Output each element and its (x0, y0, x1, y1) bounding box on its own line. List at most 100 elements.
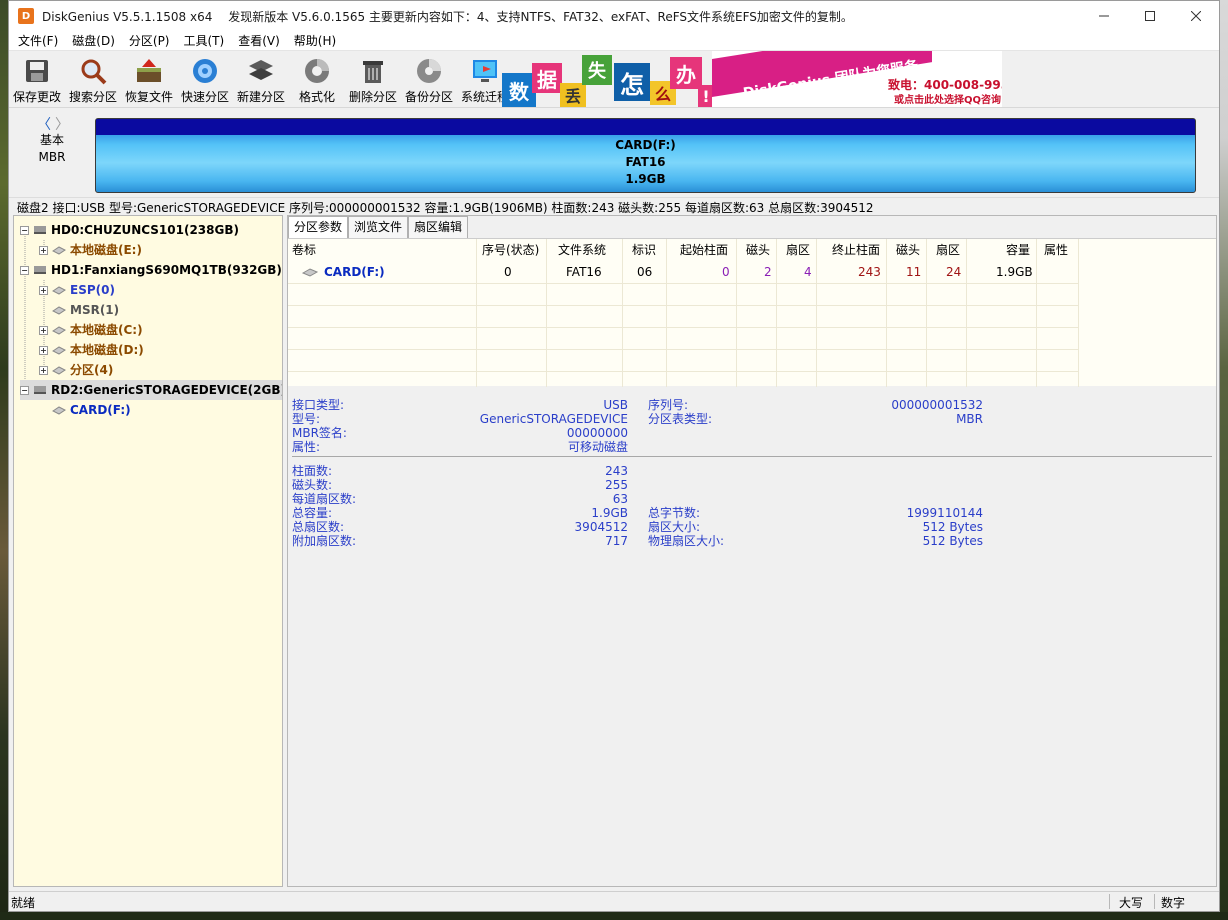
tree-partition-d-label: 本地磁盘(D:) (70, 343, 144, 357)
toolbar: 保存更改 搜索分区 恢复文件 快速分区 新建分区 格式化 删除分区 备份分区 系… (9, 51, 1219, 108)
col-start-sector[interactable]: 扇区 (786, 239, 810, 261)
detail-spt-label: 每道扇区数: (292, 492, 357, 506)
expand-icon[interactable]: + (39, 325, 48, 335)
col-end-head[interactable]: 磁头 (896, 239, 920, 261)
menu-tools[interactable]: 工具(T) (177, 32, 232, 49)
recover-files-button[interactable]: 恢复文件 (121, 51, 177, 108)
menu-partition[interactable]: 分区(P) (122, 32, 177, 49)
desktop-background-right (1220, 0, 1228, 920)
promo-banner[interactable]: 数 据 丢 失 怎 么 办 ! DiskGenius 团队为您服务 致电：400… (502, 51, 1002, 107)
grid-line (736, 239, 737, 387)
tree-partition-card[interactable]: CARD(F:) (52, 400, 131, 420)
tab-browse-files[interactable]: 浏览文件 (348, 216, 409, 238)
collapse-icon[interactable]: − (20, 265, 29, 275)
format-icon (301, 55, 333, 87)
minimize-button[interactable] (1081, 1, 1127, 31)
tree-partition-msr[interactable]: MSR(1) (52, 300, 119, 320)
col-id[interactable]: 标识 (632, 239, 656, 261)
collapse-icon[interactable]: − (20, 385, 29, 395)
next-disk-icon[interactable]: 〉 (55, 114, 69, 134)
tree-partition-e[interactable]: + 本地磁盘(E:) (39, 240, 142, 260)
detail-total-sectors-label: 总扇区数: (292, 520, 345, 534)
grid-line (288, 327, 1078, 328)
disk-details: 接口类型: USB 序列号: 000000001532 型号: GenericS… (288, 390, 1216, 884)
col-capacity[interactable]: 容量 (1006, 239, 1030, 261)
detail-physical-sector-size-label: 物理扇区大小: (648, 534, 725, 548)
banner-qq-link[interactable]: 或点击此处选择QQ咨询 (894, 91, 1001, 106)
hard-disk-icon (34, 226, 46, 234)
disk-type-basic: 基本 (39, 133, 64, 147)
col-start-cylinder[interactable]: 起始柱面 (680, 239, 728, 261)
tab-partition-params[interactable]: 分区参数 (288, 216, 349, 238)
cell-end-sector: 24 (946, 265, 962, 279)
search-partition-button[interactable]: 搜索分区 (65, 51, 121, 108)
partition-icon (52, 326, 66, 335)
detail-total-capacity-label: 总容量: (292, 506, 333, 520)
menu-file[interactable]: 文件(F) (11, 32, 65, 49)
partition-icon (302, 268, 318, 277)
prev-disk-icon[interactable]: 〈 (37, 114, 51, 134)
expand-icon[interactable]: + (39, 285, 48, 295)
grid-line (288, 283, 1078, 284)
expand-icon[interactable]: + (39, 365, 48, 375)
menu-help[interactable]: 帮助(H) (287, 32, 343, 49)
tab-sector-edit[interactable]: 扇区编辑 (408, 216, 469, 238)
status-bar: 就绪 大写 数字 (9, 891, 1219, 911)
status-divider (1154, 894, 1155, 909)
menu-view[interactable]: 查看(V) (231, 32, 287, 49)
details-divider (292, 456, 1212, 457)
grid-line (666, 239, 667, 387)
save-changes-button[interactable]: 保存更改 (9, 51, 65, 108)
cell-start-head: 2 (764, 265, 772, 279)
new-partition-button[interactable]: 新建分区 (233, 51, 289, 108)
minimize-icon (1099, 15, 1109, 17)
expand-icon[interactable]: + (39, 245, 48, 255)
backup-partition-button[interactable]: 备份分区 (401, 51, 457, 108)
col-filesystem[interactable]: 文件系统 (558, 239, 606, 261)
partition-bar[interactable]: CARD(F:) FAT16 1.9GB (95, 118, 1196, 193)
cell-end-cylinder: 243 (858, 265, 881, 279)
col-end-cylinder[interactable]: 终止柱面 (832, 239, 880, 261)
col-index[interactable]: 序号(状态) (482, 239, 539, 261)
main-area: − HD0:CHUZUNCS101(238GB) + 本地磁盘(E:) − HD… (9, 211, 1219, 891)
new-partition-label: 新建分区 (236, 90, 285, 104)
expand-icon[interactable]: + (39, 345, 48, 355)
partition-bar-text: CARD(F:) FAT16 1.9GB (96, 137, 1195, 188)
col-end-sector[interactable]: 扇区 (936, 239, 960, 261)
disk-type-mbr: MBR (38, 150, 66, 164)
banner-tile: 丢 (560, 83, 586, 107)
tree-partition-4[interactable]: + 分区(4) (39, 360, 113, 380)
grid-line (1036, 239, 1037, 387)
desktop-background-bottom (0, 912, 1228, 920)
detail-total-bytes-label: 总字节数: (648, 506, 701, 520)
desktop-background-left (0, 0, 8, 920)
cell-start-cylinder: 0 (722, 265, 730, 279)
format-button[interactable]: 格式化 (289, 51, 345, 108)
window-controls (1081, 1, 1219, 31)
collapse-icon[interactable]: − (20, 225, 29, 235)
col-start-head[interactable]: 磁头 (746, 239, 770, 261)
detail-attr-label: 属性: (292, 440, 321, 454)
tree-disk-rd2[interactable]: − RD2:GenericSTORAGEDEVICE(2GB) (20, 380, 282, 400)
cell-capacity: 1.9GB (996, 265, 1033, 279)
cell-end-head: 11 (906, 265, 922, 279)
grid-line (622, 239, 623, 387)
tree-partition-d[interactable]: + 本地磁盘(D:) (39, 340, 144, 360)
detail-total-sectors-value: 3904512 (574, 520, 628, 534)
cell-id: 06 (637, 265, 653, 279)
menu-disk[interactable]: 磁盘(D) (65, 32, 122, 49)
close-button[interactable] (1173, 1, 1219, 31)
delete-partition-button[interactable]: 删除分区 (345, 51, 401, 108)
col-attributes[interactable]: 属性 (1044, 239, 1068, 261)
partition-icon (52, 306, 66, 315)
quick-partition-button[interactable]: 快速分区 (177, 51, 233, 108)
cell-index: 0 (504, 265, 512, 279)
col-volume-label[interactable]: 卷标 (292, 239, 316, 261)
tree-disk-hd0[interactable]: − HD0:CHUZUNCS101(238GB) (20, 220, 239, 240)
recover-files-label: 恢复文件 (124, 90, 173, 104)
tree-partition-c[interactable]: + 本地磁盘(C:) (39, 320, 143, 340)
tree-partition-esp[interactable]: + ESP(0) (39, 280, 115, 300)
maximize-button[interactable] (1127, 1, 1173, 31)
tree-disk-hd1[interactable]: − HD1:FanxiangS690MQ1TB(932GB) (20, 260, 282, 280)
tree-partition-e-label: 本地磁盘(E:) (70, 243, 142, 257)
